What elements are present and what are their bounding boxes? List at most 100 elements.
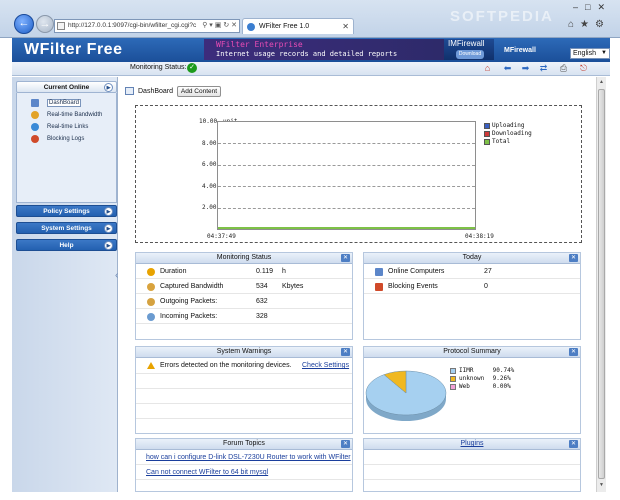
banner-product-box[interactable]: IMFirewall Download	[444, 39, 494, 60]
sidebar-item-realtime-links[interactable]: Real-time Links	[17, 121, 116, 133]
arrow-left-icon[interactable]: ⬅	[502, 63, 513, 74]
scroll-up-icon[interactable]: ▲	[598, 79, 605, 87]
series-line-total	[218, 227, 475, 229]
home-star-gear-icons[interactable]: ⌂★⚙	[568, 19, 610, 30]
chevron-right-icon[interactable]: ▶	[104, 207, 113, 216]
close-icon[interactable]: ✕	[569, 348, 578, 356]
computer-icon	[375, 268, 383, 276]
legend-value: 0.00%	[492, 383, 511, 390]
sidebar-item-blocking-logs[interactable]: Blocking Logs	[17, 133, 116, 145]
panel-header: Today ✕	[364, 253, 580, 264]
vertical-scrollbar[interactable]: ▲ ▼	[596, 77, 606, 492]
section-header-policy-settings[interactable]: Policy Settings ▶	[16, 205, 117, 217]
monitoring-status-label: Monitoring Status:	[130, 64, 187, 71]
forum-topic-link[interactable]: Can not connect WFilter to 64 bit mysql	[136, 465, 352, 480]
panel-title: System Warnings	[216, 348, 272, 355]
panel-forum-topics: Forum Topics ✕ how can i configure D-lin…	[135, 438, 353, 492]
address-bar[interactable]: http://127.0.0.1:9097/cgi-bin/wfilter_cg…	[54, 19, 240, 33]
close-icon[interactable]: ✕	[569, 440, 578, 448]
section-policy-settings[interactable]: Policy Settings ▶	[16, 205, 117, 217]
empty-row	[136, 389, 352, 404]
panel-monitoring-status: Monitoring Status ✕ Duration 0.119 h Cap…	[135, 252, 353, 340]
add-content-button[interactable]: Add Content	[177, 86, 221, 97]
ytick-label: 10.00	[199, 118, 218, 125]
panel-header: Monitoring Status ✕	[136, 253, 352, 264]
legend-label: Downloading	[492, 130, 532, 137]
sidebar-item-realtime-bandwidth[interactable]: Real-time Bandwidth	[17, 109, 116, 121]
sidebar-item-label: Blocking Logs	[47, 136, 85, 142]
legend-swatch	[484, 131, 490, 137]
arrow-right-icon[interactable]: ➡	[520, 63, 531, 74]
panel-title: Monitoring Status	[216, 254, 272, 261]
legend-label: unknown	[459, 375, 485, 382]
dashboard-icon	[31, 99, 39, 107]
address-text: http://127.0.0.1:9097/cgi-bin/wfilter_cg…	[68, 22, 197, 29]
plugins-link[interactable]: Plugins	[461, 440, 484, 447]
exit-icon[interactable]: ⎋	[578, 63, 589, 74]
refresh-icon[interactable]: ⇄	[538, 63, 549, 74]
close-icon[interactable]: ✕	[341, 254, 350, 262]
panel-plugins: Plugins ✕	[363, 438, 581, 492]
today-row-blocking: Blocking Events 0	[364, 279, 580, 294]
gridline	[218, 208, 475, 209]
panel-header[interactable]: Plugins ✕	[364, 439, 580, 450]
tab-title: WFilter Free 1.0	[259, 23, 310, 30]
row-label: Incoming Packets:	[160, 313, 218, 320]
home-icon[interactable]: ⌂	[482, 63, 493, 74]
protocol-legend: IIMR 90.74% unknown 9.26% Web 0.00%	[450, 367, 514, 391]
address-tools[interactable]: ⚲ ▾ ▣ ↻ ✕	[200, 20, 237, 32]
print-icon[interactable]: ⎙	[558, 63, 569, 74]
status-row-outgoing: Outgoing Packets: 632	[136, 294, 352, 309]
warning-icon	[147, 362, 155, 369]
panel-header: Protocol Summary ✕	[364, 347, 580, 358]
forum-topic-link[interactable]: how can i configure D-link DSL-7230U Rou…	[136, 450, 352, 465]
close-icon[interactable]: ✕	[341, 440, 350, 448]
window-controls[interactable]: –□✕	[573, 2, 612, 13]
row-label: Blocking Events	[388, 283, 438, 290]
outgoing-packets-icon	[147, 298, 155, 306]
promo-banner[interactable]: WFilter Enterprise Internet usage record…	[204, 39, 494, 60]
browser-tab[interactable]: WFilter Free 1.0 ✕	[242, 18, 354, 34]
panel-protocol-summary: Protocol Summary ✕ IIMR 90.74% unknown 9…	[363, 346, 581, 434]
plot-area	[217, 121, 476, 230]
legend-label: Web	[459, 383, 470, 390]
row-label: Online Computers	[388, 268, 445, 275]
protocol-pie-chart	[365, 370, 447, 421]
row-value: 534	[256, 283, 268, 290]
app-header: WFilter Free WFilter Enterprise Internet…	[12, 38, 610, 62]
chevron-right-icon[interactable]: ▶	[104, 224, 113, 233]
legend-label: Uploading	[492, 122, 525, 129]
empty-row	[364, 450, 580, 465]
row-value: 328	[256, 313, 268, 320]
incoming-packets-icon	[147, 313, 155, 321]
row-value: 0	[484, 283, 488, 290]
section-header-system-settings[interactable]: System Settings ▶	[16, 222, 117, 234]
section-header-help[interactable]: Help ▶	[16, 239, 117, 251]
bandwidth-icon	[31, 111, 39, 119]
empty-row	[136, 374, 352, 389]
sidebar-item-dashboard[interactable]: DashBoard	[17, 97, 116, 109]
close-icon[interactable]: ✕	[341, 348, 350, 356]
banner-download-button[interactable]: Download	[456, 50, 484, 59]
check-icon: ✓	[187, 63, 197, 73]
section-header-current-online[interactable]: Current Online ▶	[16, 81, 117, 93]
row-unit: h	[282, 268, 286, 275]
tab-favicon-icon	[247, 23, 255, 31]
section-help[interactable]: Help ▶	[16, 239, 117, 251]
tab-close-icon[interactable]: ✕	[342, 19, 349, 34]
status-row-incoming: Incoming Packets: 328	[136, 309, 352, 324]
check-settings-link[interactable]: Check Settings	[302, 358, 349, 374]
section-system-settings[interactable]: System Settings ▶	[16, 222, 117, 234]
collapse-sidebar-icon[interactable]: ‹	[115, 270, 118, 281]
back-arrow-icon[interactable]: ←	[14, 14, 34, 34]
status-row-bandwidth: Captured Bandwidth 534 Kbytes	[136, 279, 352, 294]
forward-arrow-icon[interactable]: →	[36, 15, 54, 33]
legend-swatch	[450, 384, 456, 390]
chevron-right-icon[interactable]: ▶	[104, 241, 113, 250]
legend-item: unknown 9.26%	[450, 375, 514, 383]
language-select[interactable]: English ▼	[570, 48, 610, 59]
chevron-right-icon[interactable]: ▶	[104, 83, 113, 92]
scroll-thumb[interactable]	[598, 89, 605, 479]
scroll-down-icon[interactable]: ▼	[598, 482, 605, 490]
close-icon[interactable]: ✕	[569, 254, 578, 262]
